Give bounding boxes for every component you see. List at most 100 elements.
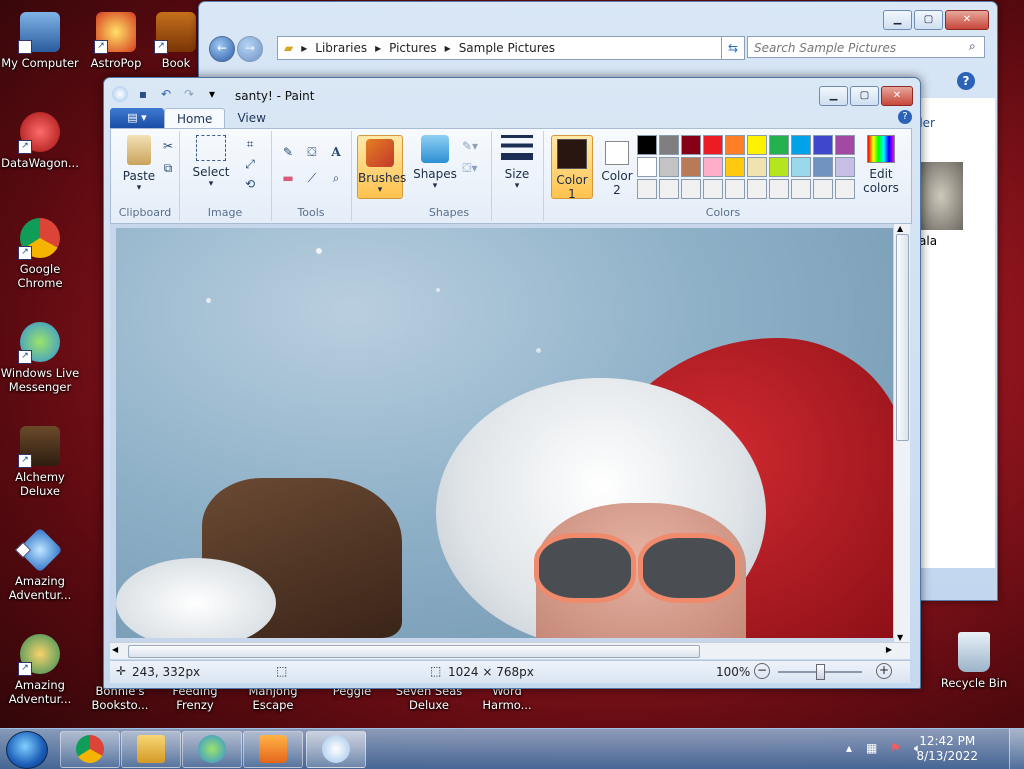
- brushes-button[interactable]: Brushes ▾: [357, 135, 406, 199]
- vertical-scroll-thumb[interactable]: [896, 234, 909, 441]
- desktop-icon-amazing-adventures-2[interactable]: ↗ Amazing Adventur...: [0, 634, 80, 706]
- palette-swatch[interactable]: [703, 135, 723, 155]
- start-button[interactable]: [6, 731, 48, 769]
- desktop-icon-astropop[interactable]: ↗ AstroPop: [76, 12, 156, 70]
- palette-swatch[interactable]: [791, 135, 811, 155]
- tab-view[interactable]: View: [225, 108, 277, 128]
- scroll-left-arrow-icon[interactable]: ◀: [112, 645, 118, 654]
- show-desktop-button[interactable]: [1009, 729, 1024, 769]
- palette-swatch[interactable]: [813, 157, 833, 177]
- shapes-button[interactable]: Shapes ▾: [413, 135, 457, 191]
- undo-icon[interactable]: ↶: [158, 86, 174, 102]
- palette-swatch[interactable]: [835, 179, 855, 199]
- canvas-area[interactable]: ▲ ▼: [110, 224, 910, 642]
- taskbar-explorer[interactable]: [121, 731, 181, 768]
- desktop-icon-datawagon[interactable]: ↗ DataWagon...: [0, 112, 80, 170]
- palette-swatch[interactable]: [637, 179, 657, 199]
- zoom-out-icon[interactable]: −: [754, 663, 770, 679]
- desktop-icon-alchemy-deluxe[interactable]: ↗ Alchemy Deluxe: [0, 426, 80, 498]
- zoom-slider-thumb[interactable]: [816, 664, 825, 680]
- save-icon[interactable]: ▪: [135, 86, 151, 102]
- color1-button[interactable]: Color 1: [551, 135, 593, 201]
- palette-swatch[interactable]: [659, 157, 679, 177]
- image-canvas[interactable]: [116, 228, 896, 638]
- crop-icon[interactable]: ⌗: [241, 135, 259, 153]
- show-hidden-icons-icon[interactable]: ▴: [846, 741, 852, 755]
- palette-swatch[interactable]: [769, 179, 789, 199]
- text-tool-icon[interactable]: A: [327, 143, 345, 161]
- forward-arrow-icon[interactable]: →: [237, 36, 263, 62]
- customize-dropdown-icon[interactable]: ▾: [204, 86, 220, 102]
- breadcrumb-libraries[interactable]: Libraries: [315, 41, 367, 55]
- desktop-icon-book[interactable]: ↗ Book: [154, 12, 198, 70]
- palette-swatch[interactable]: [791, 157, 811, 177]
- palette-swatch[interactable]: [637, 157, 657, 177]
- palette-swatch[interactable]: [681, 179, 701, 199]
- taskbar-media-player[interactable]: [243, 731, 303, 768]
- maximize-icon[interactable]: ▢: [850, 86, 879, 106]
- desktop-icon-google-chrome[interactable]: ↗ Google Chrome: [0, 218, 80, 290]
- zoom-in-icon[interactable]: +: [876, 663, 892, 679]
- palette-swatch[interactable]: [791, 179, 811, 199]
- palette-swatch[interactable]: [747, 157, 767, 177]
- paint-window[interactable]: ▪ ↶ ↷ ▾ santy! - Paint ▁ ▢ ✕ ▤ ▾ Home Vi…: [103, 77, 921, 689]
- minimize-icon[interactable]: ▁: [819, 86, 848, 106]
- desktop-icon-windows-live-messenger[interactable]: ↗ Windows Live Messenger: [0, 322, 80, 394]
- select-button[interactable]: Select ▾: [191, 135, 231, 189]
- copy-icon[interactable]: ⧉: [159, 159, 177, 177]
- fill-icon[interactable]: ⛋▾: [461, 159, 479, 177]
- palette-swatch[interactable]: [637, 135, 657, 155]
- vertical-scrollbar[interactable]: ▲ ▼: [893, 224, 910, 642]
- tab-home[interactable]: Home: [164, 108, 226, 129]
- resize-icon[interactable]: ⤢: [241, 155, 259, 173]
- palette-swatch[interactable]: [681, 135, 701, 155]
- redo-icon[interactable]: ↷: [181, 86, 197, 102]
- breadcrumb-sample-pictures[interactable]: Sample Pictures: [459, 41, 555, 55]
- palette-swatch[interactable]: [681, 157, 701, 177]
- minimize-icon[interactable]: ▁: [883, 10, 912, 30]
- paint-menu-button[interactable]: ▤ ▾: [110, 108, 164, 128]
- scroll-right-arrow-icon[interactable]: ▶: [886, 645, 892, 654]
- back-arrow-icon[interactable]: ←: [209, 36, 235, 62]
- koala-thumbnail[interactable]: [919, 162, 963, 230]
- address-bar[interactable]: ▰ ▸ Libraries ▸ Pictures ▸ Sample Pictur…: [277, 36, 723, 60]
- rotate-icon[interactable]: ⟲: [241, 175, 259, 193]
- pencil-icon[interactable]: ✎: [279, 143, 297, 161]
- breadcrumb-pictures[interactable]: Pictures: [389, 41, 437, 55]
- help-icon[interactable]: ?: [957, 72, 975, 90]
- palette-swatch[interactable]: [769, 135, 789, 155]
- search-input[interactable]: Search Sample Pictures: [747, 36, 985, 58]
- palette-swatch[interactable]: [835, 135, 855, 155]
- palette-swatch[interactable]: [659, 179, 679, 199]
- outline-icon[interactable]: ✎▾: [461, 137, 479, 155]
- action-center-icon[interactable]: ⚑: [890, 741, 901, 755]
- palette-swatch[interactable]: [703, 157, 723, 177]
- paste-button[interactable]: Paste ▾: [119, 135, 159, 193]
- palette-swatch[interactable]: [659, 135, 679, 155]
- size-button[interactable]: Size ▾: [499, 135, 535, 191]
- palette-swatch[interactable]: [835, 157, 855, 177]
- desktop-icon-my-computer[interactable]: My Computer: [0, 12, 80, 70]
- scroll-down-arrow-icon[interactable]: ▼: [897, 633, 903, 642]
- palette-swatch[interactable]: [813, 135, 833, 155]
- horizontal-scroll-thumb[interactable]: [128, 645, 700, 658]
- palette-swatch[interactable]: [703, 179, 723, 199]
- fill-bucket-icon[interactable]: ⛋: [303, 143, 321, 161]
- palette-swatch[interactable]: [725, 157, 745, 177]
- cut-icon[interactable]: ✂: [159, 137, 177, 155]
- network-icon[interactable]: ▦: [866, 741, 877, 755]
- taskbar-messenger[interactable]: [182, 731, 242, 768]
- palette-swatch[interactable]: [813, 179, 833, 199]
- desktop-icon-amazing-adventures-1[interactable]: Amazing Adventur...: [0, 527, 80, 602]
- scroll-up-arrow-icon[interactable]: ▲: [897, 224, 903, 233]
- refresh-icon[interactable]: ⇆: [721, 36, 745, 60]
- edit-colors-button[interactable]: Edit colors: [861, 135, 901, 195]
- color2-button[interactable]: Color 2: [597, 135, 637, 197]
- close-icon[interactable]: ✕: [945, 10, 989, 30]
- palette-swatch[interactable]: [747, 135, 767, 155]
- palette-swatch[interactable]: [725, 179, 745, 199]
- horizontal-scrollbar[interactable]: ◀ ▶: [110, 642, 910, 659]
- color-picker-icon[interactable]: ⟋: [303, 169, 321, 187]
- palette-swatch[interactable]: [725, 135, 745, 155]
- taskbar-chrome[interactable]: [60, 731, 120, 768]
